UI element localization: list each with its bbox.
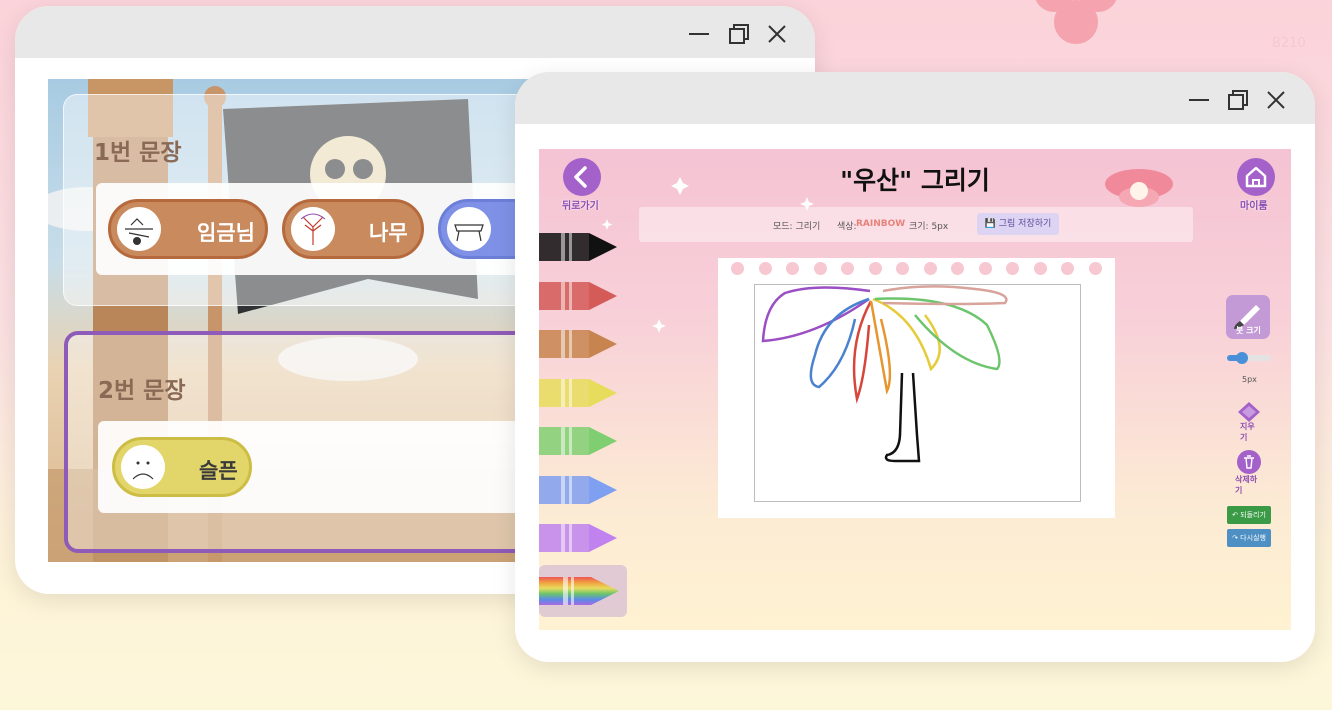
floppy-icon: 💾 (984, 219, 999, 229)
tree-drawing-icon (291, 207, 335, 251)
drawing-canvas[interactable] (754, 284, 1081, 502)
ring-hole (1061, 262, 1074, 275)
ring-hole (1033, 262, 1047, 275)
color-label: 색상: (837, 222, 857, 232)
close-icon[interactable] (765, 22, 789, 46)
word-chip-king[interactable]: 임금님 (108, 199, 268, 259)
flower-decoration (1035, 0, 1117, 44)
undo-button[interactable]: ↶ 되돌리기 (1227, 506, 1271, 524)
brush-size-tool[interactable]: 붓 크기 (1226, 295, 1270, 339)
word-chip-label: 슬픈 (199, 459, 238, 483)
crayon-green[interactable] (539, 421, 619, 461)
crayon-icon (539, 378, 617, 407)
ring-hole (758, 262, 772, 275)
clear-label: 삭제하기 (1235, 475, 1258, 495)
drawing-strokes (761, 285, 1008, 463)
crayon-icon (539, 524, 617, 552)
brush-size-label: 붓 크기 (1236, 326, 1261, 335)
ring-hole (813, 262, 827, 275)
ring-hole (868, 262, 882, 275)
page-title: "우산" 그리기 (840, 166, 990, 195)
crayon-icon (539, 281, 617, 310)
mode-text: 모드: 그리기 (773, 222, 821, 232)
drawing-window-titlebar (515, 72, 1315, 124)
watermark-text: B210 (1272, 36, 1306, 51)
crayon-rainbow-selected[interactable] (539, 565, 627, 617)
home-button-label: 마이룸 (1240, 201, 1268, 212)
ring-hole (978, 262, 992, 275)
back-button-label: 뒤로가기 (562, 201, 599, 212)
ring-hole (841, 262, 854, 275)
word-chip-label: 임금님 (197, 221, 255, 245)
ring-hole (923, 262, 937, 275)
ring-hole (731, 262, 744, 275)
color-value: RAINBOW (856, 219, 906, 229)
close-icon[interactable] (1264, 88, 1288, 112)
save-drawing-label: 그림 저장하기 (998, 219, 1052, 229)
ring-hole (1088, 262, 1102, 275)
minimize-icon[interactable] (687, 22, 711, 46)
slider-handle[interactable] (1236, 352, 1248, 364)
ring-hole (896, 262, 909, 275)
sentence-window-titlebar (15, 6, 815, 58)
king-drawing-icon (117, 207, 161, 251)
drawing-board: 뒤로가기 마이룸 "우산" 그리기 모드: 그리기 색상: RAINBOW 크기… (539, 149, 1291, 630)
crayon-yellow[interactable] (539, 373, 619, 413)
ring-hole (1006, 262, 1019, 275)
crayon-blue[interactable] (539, 470, 619, 510)
word-chip-label: 나무 (369, 221, 408, 245)
crayon-orange[interactable] (539, 324, 619, 364)
save-drawing-button[interactable]: 💾 그림 저장하기 (977, 213, 1059, 235)
size-text: 크기: 5px (909, 222, 949, 232)
maximize-icon[interactable] (1226, 88, 1250, 112)
brush-size-value: 5px (1242, 375, 1257, 384)
eraser-icon (1238, 402, 1260, 422)
clear-tool[interactable]: 삭제하기 (1235, 449, 1262, 495)
ring-hole (786, 262, 799, 275)
crayon-icon (539, 427, 617, 455)
crayon-purple[interactable] (539, 518, 619, 558)
crayon-icon (539, 475, 617, 504)
word-chip-sad[interactable]: 슬픈 (112, 437, 252, 497)
sentence-2-title: 2번 문장 (98, 378, 186, 404)
sad-face-drawing-icon (121, 445, 165, 489)
bench-drawing-icon (447, 207, 491, 251)
brush-size-slider[interactable] (1227, 352, 1271, 364)
ring-hole (951, 262, 964, 275)
drawing-paper (718, 258, 1115, 518)
crayon-black[interactable] (539, 227, 619, 267)
eraser-label: 지우기 (1240, 422, 1255, 442)
crayon-red[interactable] (539, 276, 619, 316)
redo-button[interactable]: ↷ 다시실행 (1227, 529, 1271, 547)
word-chip-tree[interactable]: 나무 (282, 199, 424, 259)
rainbow-crayon-icon (539, 577, 619, 605)
minimize-icon[interactable] (1187, 88, 1211, 112)
trash-icon (1237, 450, 1261, 474)
crayon-icon (539, 233, 617, 261)
eraser-tool[interactable]: 지우기 (1236, 401, 1262, 442)
status-bar: 모드: 그리기 색상: RAINBOW 크기: 5px 💾 그림 저장하기 (639, 207, 1193, 242)
drawing-window: 뒤로가기 마이룸 "우산" 그리기 모드: 그리기 색상: RAINBOW 크기… (515, 72, 1315, 662)
sentence-1-title: 1번 문장 (94, 140, 182, 166)
crayon-icon (539, 330, 617, 358)
maximize-icon[interactable] (727, 22, 751, 46)
